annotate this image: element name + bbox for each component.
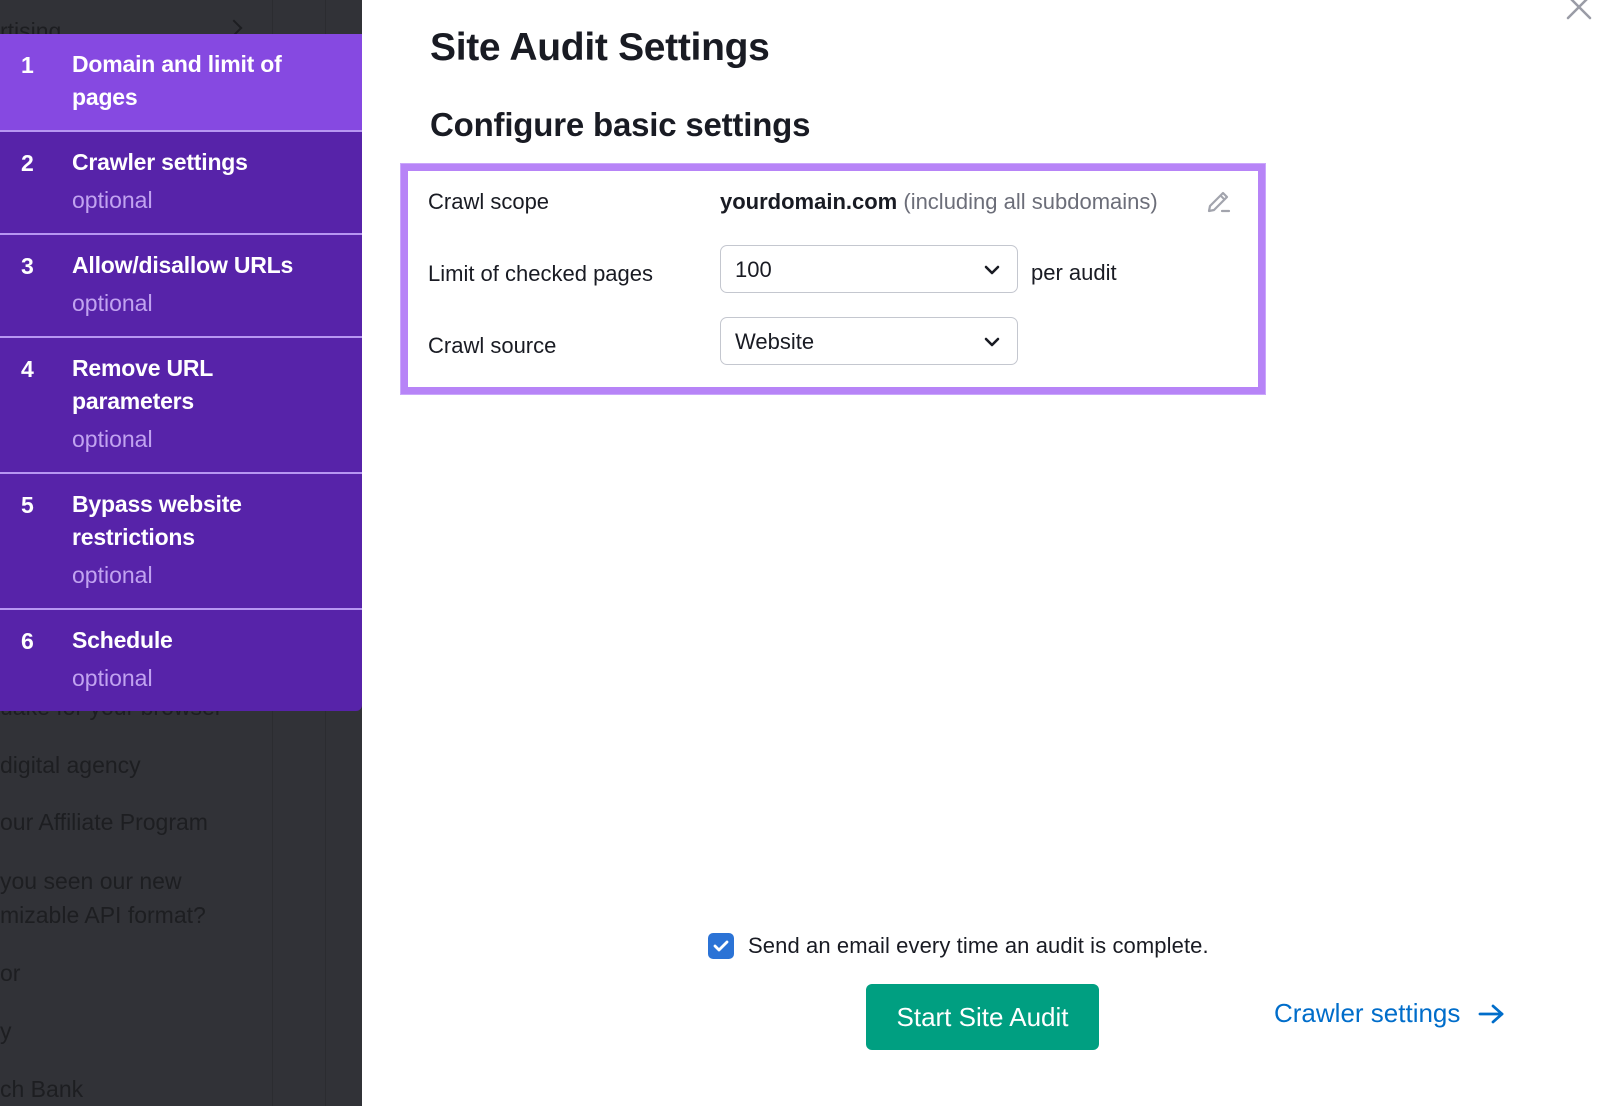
- page-limit-label: Limit of checked pages: [428, 261, 654, 286]
- page-limit-value: 100: [735, 257, 772, 282]
- step-title: Allow/disallow URLs: [72, 252, 294, 278]
- step-title: Schedule: [72, 627, 173, 653]
- crawl-scope-value: yourdomain.com (including all subdomains…: [720, 189, 1158, 215]
- background-menu-text: digital agency: [0, 752, 141, 778]
- email-notification-label: Send an email every time an audit is com…: [748, 933, 1209, 958]
- step-crawler-settings[interactable]: 2 Crawler settings optional: [0, 132, 362, 235]
- step-number: 1: [21, 52, 34, 78]
- modal-title: Site Audit Settings: [430, 26, 770, 69]
- step-optional-label: optional: [72, 426, 153, 452]
- crawl-source-value: Website: [735, 329, 815, 354]
- step-number: 5: [21, 492, 34, 518]
- step-bypass-website-restrictions[interactable]: 5 Bypass website restrictions optional: [0, 474, 362, 610]
- checkmark-icon: [713, 940, 729, 952]
- step-domain-and-limit[interactable]: 1 Domain and limit of pages: [0, 34, 362, 132]
- step-optional-label: optional: [72, 665, 153, 691]
- step-number: 2: [21, 150, 34, 176]
- step-number: 6: [21, 628, 34, 654]
- close-icon[interactable]: [1564, 0, 1594, 22]
- step-number: 4: [21, 356, 34, 382]
- per-audit-label: per audit: [1031, 260, 1117, 285]
- crawl-scope-note: (including all subdomains): [897, 189, 1158, 214]
- chevron-down-icon: [984, 337, 1000, 347]
- section-title: Configure basic settings: [430, 106, 811, 143]
- arrow-right-icon: [1479, 1004, 1504, 1023]
- background-menu-text: you seen our new: [0, 868, 182, 894]
- step-allow-disallow-urls[interactable]: 3 Allow/disallow URLs optional: [0, 235, 362, 338]
- background-menu-text: y: [0, 1018, 12, 1044]
- step-title: Domain and limit of pages: [72, 51, 282, 110]
- crawler-settings-next-link[interactable]: Crawler settings: [1274, 998, 1506, 1029]
- background-menu-text: or: [0, 960, 21, 986]
- pencil-edit-icon[interactable]: [1205, 187, 1233, 215]
- step-title: Crawler settings: [72, 149, 248, 175]
- crawler-settings-link-label: Crawler settings: [1274, 998, 1461, 1028]
- step-remove-url-parameters[interactable]: 4 Remove URL parameters optional: [0, 338, 362, 474]
- background-menu-text: ch Bank: [0, 1076, 84, 1102]
- step-number: 3: [21, 253, 34, 279]
- settings-stepper: 1 Domain and limit of pages 2 Crawler se…: [0, 34, 362, 711]
- background-menu-text: mizable API format?: [0, 902, 206, 928]
- email-notification-option[interactable]: Send an email every time an audit is com…: [708, 933, 1209, 959]
- crawl-scope-domain: yourdomain.com: [720, 189, 898, 214]
- chevron-down-icon: [984, 265, 1000, 275]
- step-optional-label: optional: [72, 290, 153, 316]
- crawl-source-select[interactable]: Website: [720, 317, 1018, 365]
- basic-settings-panel: Crawl scope yourdomain.com (including al…: [400, 163, 1266, 395]
- crawl-scope-label: Crawl scope: [428, 189, 550, 214]
- step-optional-label: optional: [72, 562, 153, 588]
- site-audit-settings-modal: Site Audit Settings Configure basic sett…: [362, 0, 1600, 1106]
- page-limit-select[interactable]: 100: [720, 245, 1018, 293]
- step-title: Bypass website restrictions: [72, 491, 242, 550]
- start-site-audit-button[interactable]: Start Site Audit: [866, 984, 1099, 1050]
- email-notification-checkbox[interactable]: [708, 933, 734, 959]
- step-optional-label: optional: [72, 187, 153, 213]
- step-schedule[interactable]: 6 Schedule optional: [0, 610, 362, 711]
- crawl-source-label: Crawl source: [428, 333, 557, 358]
- step-title: Remove URL parameters: [72, 355, 213, 414]
- background-menu-text: our Affiliate Program: [0, 809, 208, 835]
